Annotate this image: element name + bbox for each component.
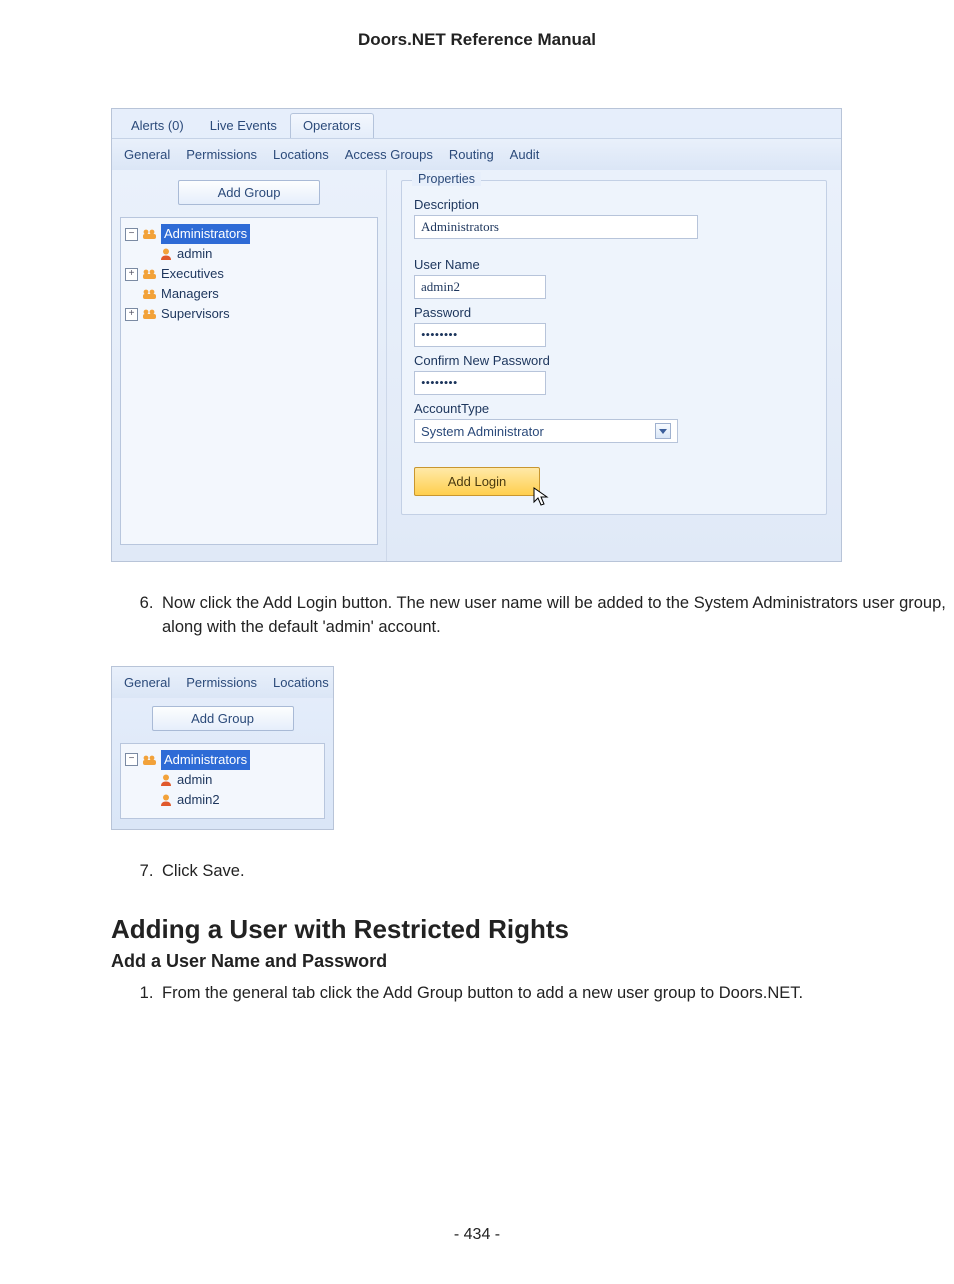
- tree-node-administrators[interactable]: Administrators: [161, 224, 250, 244]
- doc-title: Doors.NET Reference Manual: [0, 30, 954, 50]
- group-icon: [142, 228, 157, 240]
- tree-node-supervisors[interactable]: Supervisors: [161, 304, 230, 324]
- expand-toggle[interactable]: +: [125, 268, 138, 281]
- tree-node-administrators[interactable]: Administrators: [161, 750, 250, 770]
- subtab-locations[interactable]: Locations: [271, 673, 331, 692]
- add-group-button[interactable]: Add Group: [152, 706, 294, 731]
- tree-node-executives[interactable]: Executives: [161, 264, 224, 284]
- group-icon: [142, 268, 157, 280]
- password-field[interactable]: ••••••••: [414, 323, 546, 347]
- subtab-locations[interactable]: Locations: [271, 145, 331, 164]
- group-icon: [142, 754, 157, 766]
- expand-toggle[interactable]: −: [125, 228, 138, 241]
- account-type-select[interactable]: System Administrator: [414, 419, 678, 443]
- add-login-label: Add Login: [448, 474, 507, 489]
- chevron-down-icon: [655, 423, 671, 439]
- confirm-password-label: Confirm New Password: [414, 353, 814, 368]
- add-login-button[interactable]: Add Login: [414, 467, 540, 496]
- group-icon: [142, 308, 157, 320]
- subtab-access-groups[interactable]: Access Groups: [343, 145, 435, 164]
- subtab-routing[interactable]: Routing: [447, 145, 496, 164]
- description-label: Description: [414, 197, 814, 212]
- operators-window-small: General Permissions Locations Add Group …: [111, 666, 334, 830]
- subsection-heading: Add a User Name and Password: [111, 951, 954, 972]
- step-7: Click Save.: [158, 860, 954, 884]
- panel-title: Properties: [412, 172, 481, 186]
- user-icon: [159, 793, 173, 807]
- subtab-general[interactable]: General: [122, 145, 172, 164]
- tab-live-events[interactable]: Live Events: [197, 113, 290, 138]
- add-group-button[interactable]: Add Group: [178, 180, 320, 205]
- expand-toggle[interactable]: +: [125, 308, 138, 321]
- confirm-password-field[interactable]: ••••••••: [414, 371, 546, 395]
- account-type-value: System Administrator: [421, 424, 544, 439]
- expand-toggle[interactable]: −: [125, 753, 138, 766]
- subtab-permissions[interactable]: Permissions: [184, 673, 259, 692]
- subtab-general[interactable]: General: [122, 673, 172, 692]
- user-icon: [159, 247, 173, 261]
- group-icon: [142, 288, 157, 300]
- tree-node-admin[interactable]: admin: [177, 770, 212, 790]
- cursor-icon: [533, 487, 549, 507]
- subtab-audit[interactable]: Audit: [508, 145, 542, 164]
- username-field[interactable]: admin2: [414, 275, 546, 299]
- description-field[interactable]: Administrators: [414, 215, 698, 239]
- account-type-label: AccountType: [414, 401, 814, 416]
- operators-window: Alerts (0) Live Events Operators General…: [111, 108, 842, 562]
- password-label: Password: [414, 305, 814, 320]
- step-1: From the general tab click the Add Group…: [158, 982, 954, 1006]
- section-heading: Adding a User with Restricted Rights: [111, 914, 954, 945]
- subtab-permissions[interactable]: Permissions: [184, 145, 259, 164]
- tree-node-admin2[interactable]: admin2: [177, 790, 220, 810]
- user-icon: [159, 773, 173, 787]
- groups-tree: − Administrators admin + Executives: [120, 217, 378, 545]
- groups-tree-small: − Administrators admin admin2: [120, 743, 325, 819]
- step-6: Now click the Add Login button. The new …: [158, 592, 954, 640]
- tree-node-managers[interactable]: Managers: [161, 284, 219, 304]
- top-tabs: Alerts (0) Live Events Operators: [112, 109, 841, 138]
- sub-tabs-small: General Permissions Locations: [112, 667, 333, 698]
- sub-tabs: General Permissions Locations Access Gro…: [112, 138, 841, 170]
- tab-operators[interactable]: Operators: [290, 113, 374, 138]
- properties-panel: Properties Description Administrators Us…: [401, 180, 827, 515]
- tab-alerts[interactable]: Alerts (0): [118, 113, 197, 138]
- tree-node-admin[interactable]: admin: [177, 244, 212, 264]
- username-label: User Name: [414, 257, 814, 272]
